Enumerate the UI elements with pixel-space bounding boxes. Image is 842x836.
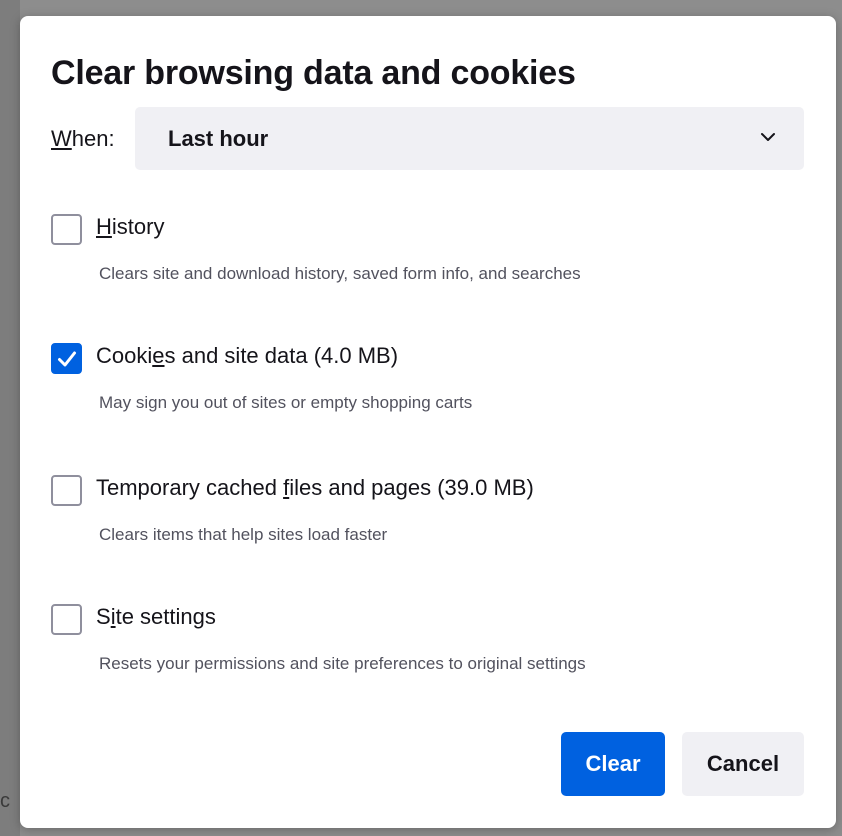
history-checkbox[interactable]: [51, 214, 82, 245]
site-settings-description: Resets your permissions and site prefere…: [99, 654, 586, 673]
when-label: When:: [51, 126, 115, 151]
cache-description: Clears items that help sites load faster: [99, 525, 388, 544]
clear-button[interactable]: Clear: [561, 732, 665, 796]
dialog-title: Clear browsing data and cookies: [51, 54, 576, 92]
cookies-label[interactable]: Cookies and site data (4.0 MB): [96, 343, 398, 369]
cache-label[interactable]: Temporary cached files and pages (39.0 M…: [96, 475, 534, 501]
time-range-value: Last hour: [168, 126, 269, 151]
clear-data-dialog: Clear browsing data and cookies When: La…: [20, 16, 836, 828]
history-description: Clears site and download history, saved …: [99, 264, 581, 283]
site-settings-label[interactable]: Site settings: [96, 604, 216, 630]
background-page-edge: [0, 0, 20, 836]
site-settings-checkbox[interactable]: [51, 604, 82, 635]
time-range-dropdown[interactable]: Last hour: [135, 107, 804, 170]
cancel-button[interactable]: Cancel: [682, 732, 804, 796]
when-accesskey: W: [51, 126, 72, 151]
cookies-description: May sign you out of sites or empty shopp…: [99, 393, 473, 412]
chevron-down-icon: [761, 133, 775, 141]
cookies-checkbox[interactable]: [51, 343, 82, 374]
background-text: c: [0, 790, 10, 812]
cache-checkbox[interactable]: [51, 475, 82, 506]
checkmark-icon: [58, 351, 76, 367]
history-label[interactable]: History: [96, 214, 164, 240]
